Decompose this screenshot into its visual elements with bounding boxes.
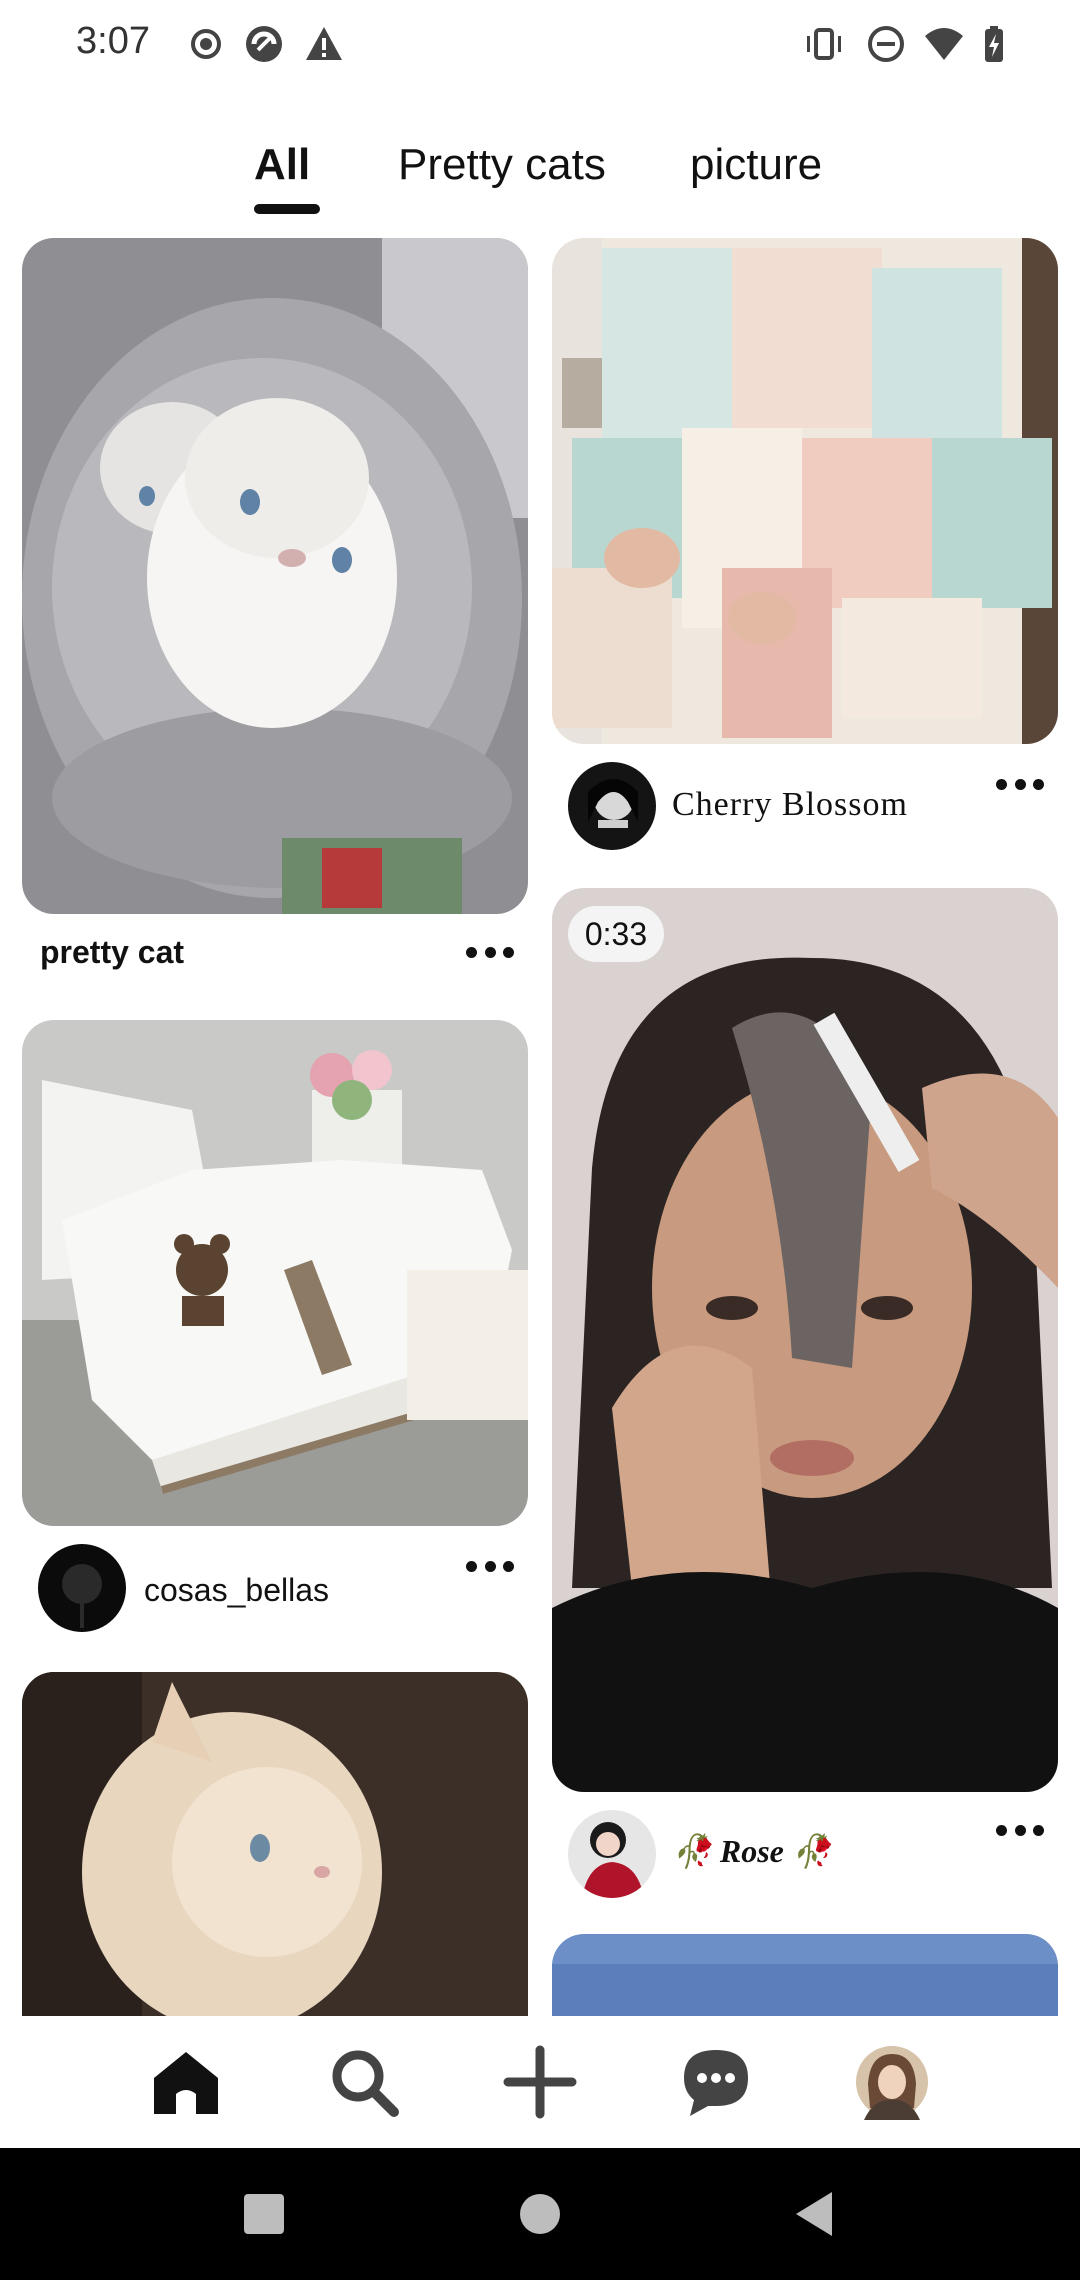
pin-image-cardigan[interactable] (552, 238, 1058, 744)
avatar[interactable] (568, 1810, 656, 1898)
rose-icon: 🥀 (672, 1833, 712, 1869)
more-options-button[interactable] (996, 1818, 1044, 1842)
home-icon[interactable] (148, 2044, 224, 2120)
pin-author[interactable]: Cherry Blossom (672, 786, 908, 824)
pin-author: Rose (719, 1833, 784, 1869)
pin-image-kitten[interactable] (22, 238, 528, 914)
rose-icon: 🥀 (791, 1833, 832, 1869)
video-duration-badge: 0:33 (568, 906, 664, 962)
home-circle-icon[interactable] (516, 2190, 564, 2238)
avatar[interactable] (568, 762, 656, 850)
recents-icon[interactable] (240, 2190, 288, 2238)
pin-video-hair[interactable] (552, 888, 1058, 1792)
pin-image-white-cat[interactable] (22, 1672, 528, 2016)
pin-author[interactable]: cosas_bellas (144, 1572, 329, 1609)
pin-feed[interactable]: pretty cat cosas_bellas Cherry Blossom 0… (0, 0, 1080, 2016)
add-icon[interactable] (502, 2044, 578, 2120)
more-options-button[interactable] (466, 940, 514, 964)
pin-caption: pretty cat (40, 934, 185, 970)
bottom-navigation (0, 2016, 1080, 2148)
pin-image-next[interactable] (552, 1934, 1058, 2016)
system-navigation-bar (0, 2148, 1080, 2280)
messages-icon[interactable] (678, 2044, 754, 2120)
profile-avatar[interactable] (854, 2044, 930, 2120)
back-icon[interactable] (792, 2190, 840, 2238)
more-options-button[interactable] (466, 1554, 514, 1578)
more-options-button[interactable] (996, 772, 1044, 796)
pin-author-rose[interactable]: 🥀 Rose 🥀 (672, 1832, 832, 1870)
pin-image-shoes[interactable] (22, 1020, 528, 1526)
avatar[interactable] (38, 1544, 126, 1632)
search-icon[interactable] (326, 2044, 402, 2120)
